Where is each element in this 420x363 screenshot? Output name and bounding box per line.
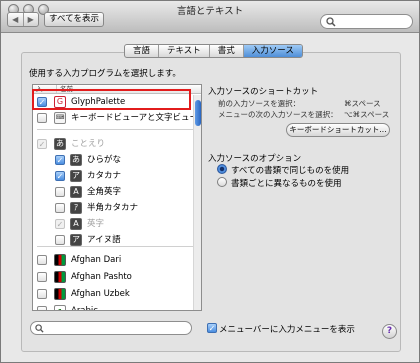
input-source-checkbox[interactable]: ✓ (55, 155, 65, 165)
preferences-window: 言語とテキスト ◀ ▶ すべてを表示 言語 テキスト 書式 入力ソース 使用する… (0, 0, 420, 363)
list-separator (37, 129, 195, 130)
input-source-label: 半角カタカナ (87, 203, 139, 213)
input-source-checkbox[interactable] (37, 113, 47, 123)
tab-language[interactable]: 言語 (125, 45, 158, 57)
katakana-icon: ア (70, 170, 82, 182)
input-source-label: 英字 (87, 219, 105, 229)
input-source-checkbox[interactable] (37, 272, 47, 282)
input-source-checkbox[interactable] (55, 203, 65, 213)
same-for-all-label: すべての書類で同じものを使用 (231, 166, 350, 176)
search-icon (326, 17, 336, 27)
input-source-label: Afghan Uzbek (71, 289, 130, 299)
tab-input-sources[interactable]: 入力ソース (242, 45, 302, 57)
preferences-search-field[interactable] (320, 14, 413, 29)
show-input-menu-label: メニューバーに入力メニューを表示 (219, 325, 355, 335)
input-source-row[interactable]: Afghan Pashto (33, 269, 193, 286)
help-button[interactable]: ? (382, 324, 397, 339)
prev-source-label: 前の入力ソースを選択： (218, 99, 301, 108)
afghanistan-flag-icon (54, 271, 66, 283)
input-source-row[interactable]: ✓ あことえり (33, 136, 193, 153)
next-source-shortcut: ⌥⌘スペース (344, 110, 390, 119)
input-source-row[interactable]: ع Arabic (33, 303, 193, 311)
instruction-text: 使用する入力プログラムを選択します。 (29, 69, 181, 79)
input-source-checkbox[interactable] (55, 235, 65, 245)
input-source-row[interactable]: ｱ 半角カタカナ (33, 200, 193, 217)
prev-source-shortcut: ⌘スペース (344, 99, 381, 108)
input-source-row[interactable]: ✓ アカタカナ (33, 168, 193, 185)
input-source-label: Arabic (71, 306, 98, 311)
input-source-label: ひらがな (87, 155, 122, 165)
back-forward-control[interactable]: ◀ ▶ (7, 12, 39, 27)
halfwidth-katakana-icon: ｱ (70, 202, 82, 214)
annotation-highlight-box (32, 89, 191, 110)
back-arrow-icon[interactable]: ◀ (8, 13, 23, 26)
input-source-label: 全角英字 (87, 187, 122, 197)
hiragana-icon: あ (54, 138, 66, 150)
shortcuts-title: 入力ソースのショートカット (208, 87, 319, 97)
tab-bar: 言語 テキスト 書式 入力ソース (124, 44, 303, 58)
keyboard-viewer-icon: ⌨ (54, 112, 66, 124)
per-document-label: 書類ごとに異なるものを使用 (231, 179, 342, 189)
options-title: 入力ソースのオプション (208, 154, 302, 164)
katakana-icon: ア (70, 234, 82, 246)
input-source-label: カタカナ (87, 171, 122, 181)
latin-letter-icon: A (70, 218, 82, 230)
forward-arrow-icon[interactable]: ▶ (22, 13, 39, 26)
input-source-checkbox[interactable]: ✓ (37, 139, 47, 149)
input-source-row[interactable]: ⌨ キーボードビューアと文字ビューア (33, 110, 201, 127)
latin-letter-icon: A (70, 186, 82, 198)
input-source-search-field[interactable] (30, 321, 192, 335)
arabic-icon: ع (54, 305, 66, 310)
afghanistan-flag-icon (54, 254, 66, 266)
show-all-button[interactable]: すべてを表示 (44, 12, 104, 27)
input-source-checkbox[interactable] (55, 187, 65, 197)
list-separator (37, 246, 195, 247)
input-source-checkbox[interactable] (37, 289, 47, 299)
same-for-all-radio[interactable] (217, 164, 227, 174)
search-icon (35, 324, 44, 333)
input-source-row[interactable]: ✓ A 英字 (33, 216, 193, 233)
input-source-checkbox[interactable] (37, 306, 47, 310)
input-source-label: Afghan Dari (71, 255, 122, 265)
input-source-checkbox[interactable] (37, 255, 47, 265)
tab-text[interactable]: テキスト (158, 45, 209, 57)
next-source-label: メニューの次の入力ソースを選択： (218, 110, 338, 119)
input-source-checkbox[interactable]: ✓ (55, 219, 65, 229)
input-source-label: アイヌ語 (87, 235, 121, 245)
input-source-label: Afghan Pashto (71, 272, 132, 282)
input-source-row[interactable]: Afghan Uzbek (33, 286, 193, 303)
show-input-menu-checkbox[interactable]: ✓ (207, 323, 217, 333)
input-source-row[interactable]: ✓ あひらがな (33, 152, 193, 169)
input-source-label: キーボードビューアと文字ビューア (71, 113, 202, 123)
input-source-row[interactable]: Afghan Dari (33, 252, 193, 269)
input-source-row[interactable]: A 全角英字 (33, 184, 193, 201)
input-source-label: ことえり (71, 139, 106, 149)
list-scrollbar[interactable] (193, 95, 201, 310)
title-bar: 言語とテキスト ◀ ▶ すべてを表示 (1, 1, 419, 33)
input-source-list[interactable]: 入... 名前 ✓ G GlyphPalette ⌨ キーボードビューアと文字ビューア ✓… (32, 84, 202, 311)
hiragana-icon: あ (70, 154, 82, 166)
scrollbar-thumb[interactable] (195, 100, 201, 126)
per-document-radio[interactable] (217, 177, 227, 187)
afghanistan-flag-icon (54, 288, 66, 300)
input-source-checkbox[interactable]: ✓ (55, 171, 65, 181)
tab-formats[interactable]: 書式 (208, 45, 243, 57)
keyboard-shortcuts-button[interactable]: キーボードショートカット... (286, 123, 390, 137)
